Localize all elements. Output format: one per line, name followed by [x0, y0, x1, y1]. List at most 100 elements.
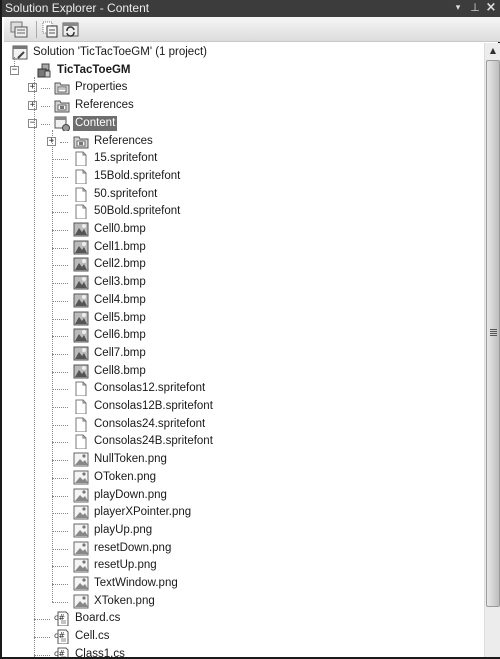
- tree-item-label: playerXPointer.png: [94, 506, 192, 519]
- tree-guide-line: [52, 159, 68, 161]
- vertical-scrollbar[interactable]: ▲: [484, 43, 500, 657]
- tree-item-content-file[interactable]: resetDown.png: [4, 540, 474, 558]
- tree-item-content-file[interactable]: Consolas24B.spritefont: [4, 433, 474, 451]
- tree-guide-line: [34, 637, 50, 639]
- tree-item-label: TicTacToeGM: [57, 63, 131, 76]
- tree-item-code-file[interactable]: c# Board.cs: [4, 610, 474, 628]
- tree-guide-line: [52, 371, 68, 373]
- tree-item-content-file[interactable]: NullToken.png: [4, 451, 474, 469]
- tree-guide-line: [52, 495, 68, 497]
- tree-item-content-file[interactable]: XToken.png: [4, 593, 474, 611]
- tree-item-code-file[interactable]: c# Cell.cs: [4, 628, 474, 646]
- collapse-icon[interactable]: −: [28, 118, 37, 128]
- tree-item-content-file[interactable]: 50Bold.spritefont: [4, 203, 474, 221]
- scrollbar-thumb[interactable]: [486, 60, 500, 607]
- expand-icon[interactable]: +: [28, 101, 37, 111]
- tree-item-solution[interactable]: Solution 'TicTacToeGM' (1 project): [4, 44, 474, 62]
- file-icon: [73, 151, 89, 167]
- tree-item-label: 50.spritefont: [94, 187, 158, 200]
- toolbar: [4, 17, 500, 42]
- tree-item-label: Consolas12B.spritefont: [94, 400, 213, 412]
- tree-item-content-file[interactable]: Cell3.bmp: [4, 274, 474, 292]
- close-button[interactable]: ×: [484, 1, 498, 15]
- tree-item-properties[interactable]: + Properties: [4, 79, 474, 97]
- tree-item-references[interactable]: + References: [4, 97, 474, 115]
- tree-item-project[interactable]: − TicTacToeGM: [4, 62, 474, 80]
- tree-item-label: Cell8.bmp: [94, 364, 146, 377]
- tree-item-content-file[interactable]: Cell2.bmp: [4, 256, 474, 274]
- tree-item-content-file[interactable]: Cell4.bmp: [4, 292, 474, 310]
- tree-item-content-file[interactable]: resetUp.png: [4, 557, 474, 575]
- image-icon: [73, 470, 89, 485]
- tree-item-content-file[interactable]: playerXPointer.png: [4, 504, 474, 522]
- collapse-icon[interactable]: −: [10, 65, 19, 75]
- tree-guide-line: [52, 389, 68, 391]
- image-icon: [73, 505, 89, 520]
- bitmap-icon: [73, 346, 89, 361]
- tree-item-label: References: [94, 134, 153, 147]
- solution-tree: Solution 'TicTacToeGM' (1 project) − TicTa…: [4, 43, 482, 657]
- expand-icon[interactable]: +: [28, 83, 37, 93]
- csharp-file-icon: c#: [54, 611, 70, 627]
- tree-guide-line: [52, 212, 68, 214]
- tree-item-label: Class1.cs: [75, 647, 125, 657]
- solution-explorer-window: Solution Explorer - Content ▾ ⊥ × Soluti…: [0, 0, 500, 659]
- image-icon: [73, 558, 89, 573]
- window-title: Solution Explorer - Content: [5, 1, 150, 15]
- tree-item-label: Solution 'TicTacToeGM' (1 project): [33, 46, 207, 58]
- tree-item-content-file[interactable]: Cell5.bmp: [4, 310, 474, 328]
- file-icon: [73, 169, 89, 185]
- tree-item-label: Cell4.bmp: [94, 293, 146, 306]
- tree-guide-line: [52, 584, 68, 585]
- tree-item-content-file[interactable]: TextWindow.png: [4, 575, 474, 593]
- auto-hide-pin-button[interactable]: ⊥: [468, 1, 482, 15]
- show-all-files-button[interactable]: [41, 21, 59, 38]
- references-folder-icon: [54, 98, 70, 113]
- tree-item-label: NullToken.png: [94, 453, 167, 466]
- refresh-button[interactable]: [62, 21, 80, 38]
- tree-item-content-file[interactable]: Cell7.bmp: [4, 345, 474, 363]
- tree-item-label: 15.spritefont: [94, 152, 158, 165]
- tree-item-content-file[interactable]: Consolas12.spritefont: [4, 380, 474, 398]
- tree-item-content-file[interactable]: Consolas12B.spritefont: [4, 398, 474, 416]
- show-all-files-icon: [42, 21, 58, 38]
- tree-item-label: Cell.cs: [75, 630, 110, 643]
- tree-item-code-file[interactable]: c# Class1.cs: [4, 646, 474, 657]
- tree-item-content-file[interactable]: 15Bold.spritefont: [4, 168, 474, 186]
- image-icon: [73, 541, 89, 556]
- file-icon: [73, 399, 89, 415]
- tree-guide-line: [52, 336, 68, 338]
- properties-button[interactable]: [10, 21, 28, 38]
- tree-item-content-file[interactable]: playDown.png: [4, 487, 474, 505]
- tree-item-label: Cell0.bmp: [94, 223, 146, 235]
- tree-guide-line: [52, 477, 68, 479]
- tree-item-content-file[interactable]: Cell1.bmp: [4, 239, 474, 257]
- bitmap-icon: [73, 222, 89, 237]
- scroll-up-arrow-icon[interactable]: ▲: [485, 43, 500, 59]
- tree-guide-line: [52, 230, 68, 231]
- tree-guide-line: [52, 460, 68, 462]
- window-position-dropdown-button[interactable]: ▾: [451, 1, 465, 15]
- toolbar-separator: [36, 21, 37, 38]
- tree-item-content-file[interactable]: 15.spritefont: [4, 150, 474, 168]
- tree-item-content-file[interactable]: Cell6.bmp: [4, 327, 474, 345]
- image-icon: [73, 594, 89, 609]
- tree-item-content-file[interactable]: OToken.png: [4, 469, 474, 487]
- tree-item-content[interactable]: − Content: [4, 115, 474, 133]
- tree-item-content-file[interactable]: Cell8.bmp: [4, 363, 474, 381]
- tree-guide-line: [52, 407, 68, 408]
- tree-item-content-file[interactable]: + References: [4, 133, 474, 151]
- title-bar: Solution Explorer - Content ▾ ⊥ ×: [2, 0, 500, 17]
- content-project-icon: [54, 116, 70, 132]
- bitmap-icon: [73, 257, 89, 272]
- references-folder-icon: [73, 134, 89, 149]
- tree-item-content-file[interactable]: Cell0.bmp: [4, 221, 474, 239]
- tree-item-content-file[interactable]: 50.spritefont: [4, 186, 474, 204]
- tree-guide-line: [41, 106, 50, 108]
- svg-text:c#: c#: [54, 649, 65, 657]
- bitmap-icon: [73, 240, 89, 255]
- file-icon: [73, 417, 89, 433]
- tree-guide-line: [52, 247, 68, 249]
- tree-item-content-file[interactable]: playUp.png: [4, 522, 474, 540]
- tree-item-content-file[interactable]: Consolas24.spritefont: [4, 416, 474, 434]
